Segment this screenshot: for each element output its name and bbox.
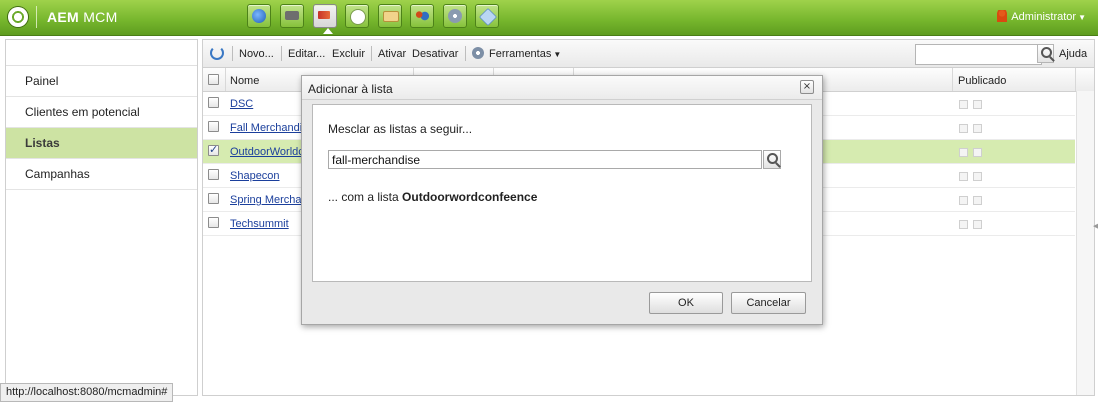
search-icon: [1041, 47, 1052, 58]
column-header-published[interactable]: Publicado: [958, 75, 1006, 87]
sidebar-item-campanhas[interactable]: Campanhas: [6, 159, 197, 190]
gears-icon[interactable]: [443, 4, 467, 28]
status-bar: http://localhost:8080/mcmadmin#: [0, 383, 174, 402]
dialog-prompt: Mesclar as listas a seguir...: [328, 122, 473, 136]
tools-menu-button[interactable]: Ferramentas ▼: [489, 48, 561, 60]
list-name-link[interactable]: DSC: [230, 98, 253, 110]
published-icon: [973, 124, 982, 133]
user-name: Administrator: [1011, 11, 1077, 23]
row-checkbox[interactable]: [208, 217, 219, 228]
sidebar-item-painel[interactable]: Painel: [6, 66, 197, 97]
list-name-link[interactable]: Spring Merchan: [230, 194, 308, 206]
tools-icon: [472, 47, 484, 59]
search-icon: [767, 153, 778, 164]
tag-icon[interactable]: [475, 4, 499, 28]
help-link[interactable]: Ajuda: [1059, 48, 1087, 60]
ok-button[interactable]: OK: [649, 292, 723, 314]
user-icon: [997, 10, 1008, 22]
list-name-link[interactable]: OutdoorWorldc: [230, 146, 304, 158]
column-divider: [952, 68, 953, 91]
row-checkbox[interactable]: [208, 143, 219, 156]
toolbar-divider: [281, 46, 282, 61]
megaphone-icon[interactable]: [313, 4, 337, 28]
dialog-body: Mesclar as listas a seguir... ... com a …: [312, 104, 812, 282]
row-checkbox[interactable]: [208, 121, 219, 132]
merge-list-field[interactable]: [328, 150, 762, 169]
published-icon: [973, 220, 982, 229]
cancel-button[interactable]: Cancelar: [731, 292, 806, 314]
sidebar-item-clientes[interactable]: Clientes em potencial: [6, 97, 197, 128]
row-checkbox[interactable]: [208, 97, 219, 108]
published-icon: [959, 172, 968, 181]
published-icon: [973, 196, 982, 205]
activate-button[interactable]: Ativar: [378, 48, 406, 60]
row-checkbox[interactable]: [208, 193, 219, 204]
camera-icon[interactable]: [280, 4, 304, 28]
top-bar: AEM MCM Administrator ▼: [0, 0, 1098, 36]
splitter-handle-icon[interactable]: ◀: [1093, 222, 1098, 234]
column-divider: [1075, 68, 1076, 91]
published-icon: [973, 148, 982, 157]
sidebar-header: [6, 40, 197, 66]
dialog-titlebar[interactable]: Adicionar à lista ×: [302, 76, 822, 100]
close-icon[interactable]: ×: [800, 80, 814, 94]
chevron-down-icon: ▼: [553, 50, 562, 59]
people-icon[interactable]: [410, 4, 434, 28]
column-divider: [225, 68, 226, 91]
dialog-target-info: ... com a lista Outdoorwordconfeence: [328, 190, 538, 204]
list-name-link[interactable]: Techsummit: [230, 218, 289, 230]
dialog-title: Adicionar à lista: [308, 82, 393, 96]
mail-icon[interactable]: [378, 4, 402, 28]
toolbar-divider: [465, 46, 466, 61]
new-button[interactable]: Novo...: [239, 48, 274, 60]
toolbar: Novo... Editar... Excluir Ativar Desativ…: [203, 40, 1094, 68]
search-button[interactable]: [1037, 44, 1054, 63]
sidebar: Painel Clientes em potencial Listas Camp…: [5, 39, 198, 396]
row-checkbox[interactable]: [208, 169, 219, 180]
merge-list-search-button[interactable]: [763, 150, 781, 169]
scrollbar[interactable]: [1076, 91, 1094, 395]
target-list-name: Outdoorwordconfeence: [402, 190, 538, 204]
chat-icon[interactable]: [345, 4, 369, 28]
published-icon: [973, 172, 982, 181]
delete-button[interactable]: Excluir: [332, 48, 365, 60]
edit-button[interactable]: Editar...: [288, 48, 325, 60]
list-name-link[interactable]: Shapecon: [230, 170, 280, 182]
published-icon: [959, 124, 968, 133]
column-header-name[interactable]: Nome: [230, 75, 259, 87]
app-title: AEM MCM: [47, 9, 118, 25]
chevron-down-icon: ▼: [1078, 13, 1086, 22]
search-input[interactable]: [915, 44, 1042, 65]
published-icon: [959, 100, 968, 109]
published-icon: [959, 196, 968, 205]
toolbar-divider: [371, 46, 372, 61]
list-name-link[interactable]: Fall Merchandis: [230, 122, 308, 134]
published-icon: [973, 100, 982, 109]
deactivate-button[interactable]: Desativar: [412, 48, 458, 60]
add-to-list-dialog: Adicionar à lista × Mesclar as listas a …: [301, 75, 823, 325]
aem-logo-icon[interactable]: [8, 7, 28, 27]
active-indicator: [323, 28, 333, 34]
sidebar-item-listas[interactable]: Listas: [6, 128, 197, 159]
logo-divider: [36, 6, 37, 28]
user-menu[interactable]: Administrator ▼: [997, 10, 1086, 23]
refresh-icon[interactable]: [210, 46, 224, 60]
published-icon: [959, 220, 968, 229]
published-icon: [959, 148, 968, 157]
globe-icon[interactable]: [247, 4, 271, 28]
toolbar-divider: [232, 46, 233, 61]
select-all-checkbox[interactable]: [208, 74, 219, 85]
